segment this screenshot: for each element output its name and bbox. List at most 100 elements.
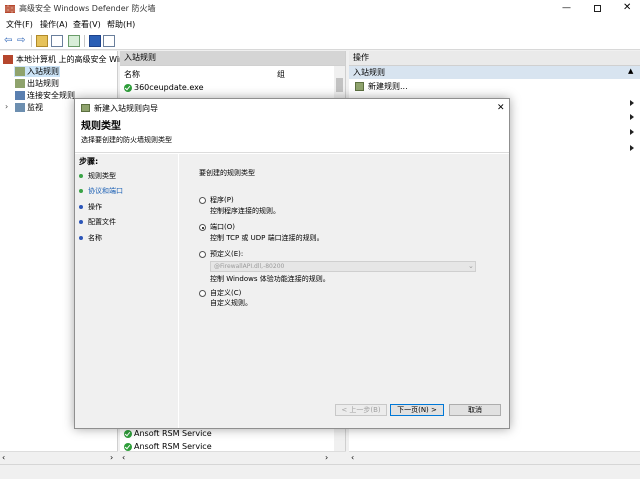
step-dot-pending	[79, 205, 83, 209]
step-dot-pending	[79, 189, 83, 193]
dialog-close-button[interactable]: ✕	[497, 104, 505, 113]
enabled-rule-icon	[124, 84, 132, 92]
toolbar-separator	[84, 35, 85, 47]
scroll-right-icon[interactable]: ›	[325, 454, 328, 462]
step-profile: 配置文件	[88, 218, 116, 226]
option-predefined-label[interactable]: 预定义(E):	[210, 251, 243, 258]
next-button[interactable]: 下一页(N) >	[390, 404, 444, 416]
action-pane-title: 操作	[353, 53, 369, 62]
radio-program[interactable]	[199, 197, 206, 204]
outbound-rules-icon	[15, 79, 25, 88]
list-horizontal-scrollbar[interactable]: ‹ ›	[120, 451, 346, 464]
predefined-rule-select[interactable]: @FirewallAPI.dll,-80200 ⌄	[210, 261, 476, 272]
tree-horizontal-scrollbar[interactable]: ‹ ›	[0, 451, 118, 464]
scroll-right-icon[interactable]: ›	[110, 454, 113, 462]
help-icon[interactable]	[89, 35, 101, 47]
maximize-button[interactable]	[594, 5, 601, 12]
rule-type-question: 要创建的规则类型	[199, 169, 255, 177]
close-button[interactable]: ✕	[623, 3, 631, 13]
console-tree-icon[interactable]	[51, 35, 63, 47]
rule-row-name[interactable]: Ansoft RSM Service	[134, 443, 212, 451]
step-name: 名称	[88, 234, 102, 242]
submenu-arrow-icon[interactable]	[630, 114, 634, 120]
firewall-app-icon	[5, 4, 15, 14]
dialog-heading: 规则类型	[81, 121, 121, 132]
export-list-icon[interactable]	[68, 35, 80, 47]
action-section-inbound[interactable]: 入站规则 ▲	[349, 66, 640, 79]
connection-security-icon	[15, 91, 25, 100]
submenu-arrow-icon[interactable]	[630, 145, 634, 151]
toolbar-separator	[31, 35, 32, 47]
folder-up-icon[interactable]	[36, 35, 48, 47]
option-port-label[interactable]: 端口(O)	[210, 224, 235, 231]
option-predefined-desc: 控制 Windows 体验功能连接的规则。	[210, 275, 330, 283]
action-section-title: 入站规则	[353, 68, 385, 77]
wizard-content: 要创建的规则类型 程序(P) 控制程序连接的规则。 端口(O) 控制 TCP 或…	[179, 154, 509, 428]
radio-custom[interactable]	[199, 290, 206, 297]
firewall-icon	[3, 55, 13, 64]
back-button[interactable]: < 上一步(B)	[335, 404, 387, 416]
dialog-title: 新建入站规则向导	[94, 104, 158, 113]
rule-row-name[interactable]: 360ceupdate.exe	[134, 84, 204, 92]
enabled-rule-icon	[124, 443, 132, 451]
submenu-arrow-icon[interactable]	[630, 129, 634, 135]
wizard-steps-panel: 步骤: 规则类型 协议和端口 操作 配置文件 名称	[75, 154, 178, 428]
show-action-pane-icon[interactable]	[103, 35, 115, 47]
status-bar	[0, 464, 640, 479]
menu-view[interactable]: 查看(V)	[73, 21, 101, 29]
radio-predefined[interactable]	[199, 251, 206, 258]
step-action: 操作	[88, 203, 102, 211]
menu-action[interactable]: 操作(A)	[40, 21, 68, 29]
step-protocol-port[interactable]: 协议和端口	[88, 188, 123, 195]
column-header-group[interactable]: 组	[277, 71, 285, 79]
tree-item-inbound[interactable]: 入站规则	[27, 68, 59, 76]
action-pane-header: 操作	[349, 51, 640, 66]
chevron-down-icon: ⌄	[468, 262, 474, 270]
monitor-icon	[15, 103, 25, 112]
collapse-caret-icon[interactable]: ▲	[628, 68, 633, 75]
new-inbound-rule-wizard: 新建入站规则向导 ✕ 规则类型 选择要创建的防火墙规则类型 步骤: 规则类型 协…	[74, 98, 510, 429]
option-program-label[interactable]: 程序(P)	[210, 197, 234, 204]
list-pane-title: 入站规则	[124, 53, 156, 62]
menu-bar: 文件(F) 操作(A) 查看(V) 帮助(H)	[0, 18, 640, 32]
title-bar: 高级安全 Windows Defender 防火墙 — ✕	[0, 0, 640, 18]
menu-file[interactable]: 文件(F)	[6, 21, 33, 29]
step-rule-type: 规则类型	[88, 172, 116, 180]
tree-root[interactable]: 本地计算机 上的高级安全 Win	[16, 56, 124, 64]
option-port-desc: 控制 TCP 或 UDP 端口连接的规则。	[210, 234, 324, 242]
option-custom-label[interactable]: 自定义(C)	[210, 290, 241, 297]
dialog-header: 规则类型 选择要创建的防火墙规则类型	[75, 117, 509, 153]
scroll-left-icon[interactable]: ‹	[122, 454, 125, 462]
minimize-button[interactable]: —	[562, 4, 571, 13]
back-arrow-icon[interactable]: ⇦	[4, 36, 12, 46]
step-dot-pending	[79, 236, 83, 240]
step-dot-pending	[79, 220, 83, 224]
list-pane-header: 入站规则	[120, 51, 345, 66]
enabled-rule-icon	[124, 430, 132, 438]
option-program-desc: 控制程序连接的规则。	[210, 207, 280, 215]
scroll-left-icon[interactable]: ‹	[351, 454, 354, 462]
radio-port[interactable]	[199, 224, 206, 231]
submenu-arrow-icon[interactable]	[630, 100, 634, 106]
window-title: 高级安全 Windows Defender 防火墙	[19, 4, 156, 13]
dialog-subheading: 选择要创建的防火墙规则类型	[81, 136, 172, 144]
cancel-button[interactable]: 取消	[449, 404, 501, 416]
tree-item-outbound[interactable]: 出站规则	[27, 80, 59, 88]
toolbar: ⇦ ⇨	[0, 32, 640, 50]
action-new-rule[interactable]: 新建规则...	[368, 83, 408, 91]
column-header-name[interactable]: 名称	[124, 71, 140, 79]
wizard-icon	[81, 104, 90, 112]
steps-label: 步骤:	[79, 157, 99, 166]
scroll-left-icon[interactable]: ‹	[2, 454, 5, 462]
action-horizontal-scrollbar[interactable]: ‹	[349, 451, 640, 464]
expand-chevron-icon[interactable]: ›	[5, 103, 8, 111]
forward-arrow-icon[interactable]: ⇨	[17, 36, 25, 46]
dialog-title-bar: 新建入站规则向导 ✕	[75, 99, 509, 117]
predefined-select-value: @FirewallAPI.dll,-80200	[214, 263, 285, 270]
inbound-rules-icon	[15, 67, 25, 76]
tree-item-connection-security[interactable]: 连接安全规则	[27, 92, 75, 100]
tree-item-monitor[interactable]: 监视	[27, 104, 43, 112]
rule-row-name[interactable]: Ansoft RSM Service	[134, 430, 212, 438]
menu-help[interactable]: 帮助(H)	[107, 21, 135, 29]
scrollbar-thumb[interactable]	[336, 78, 343, 92]
